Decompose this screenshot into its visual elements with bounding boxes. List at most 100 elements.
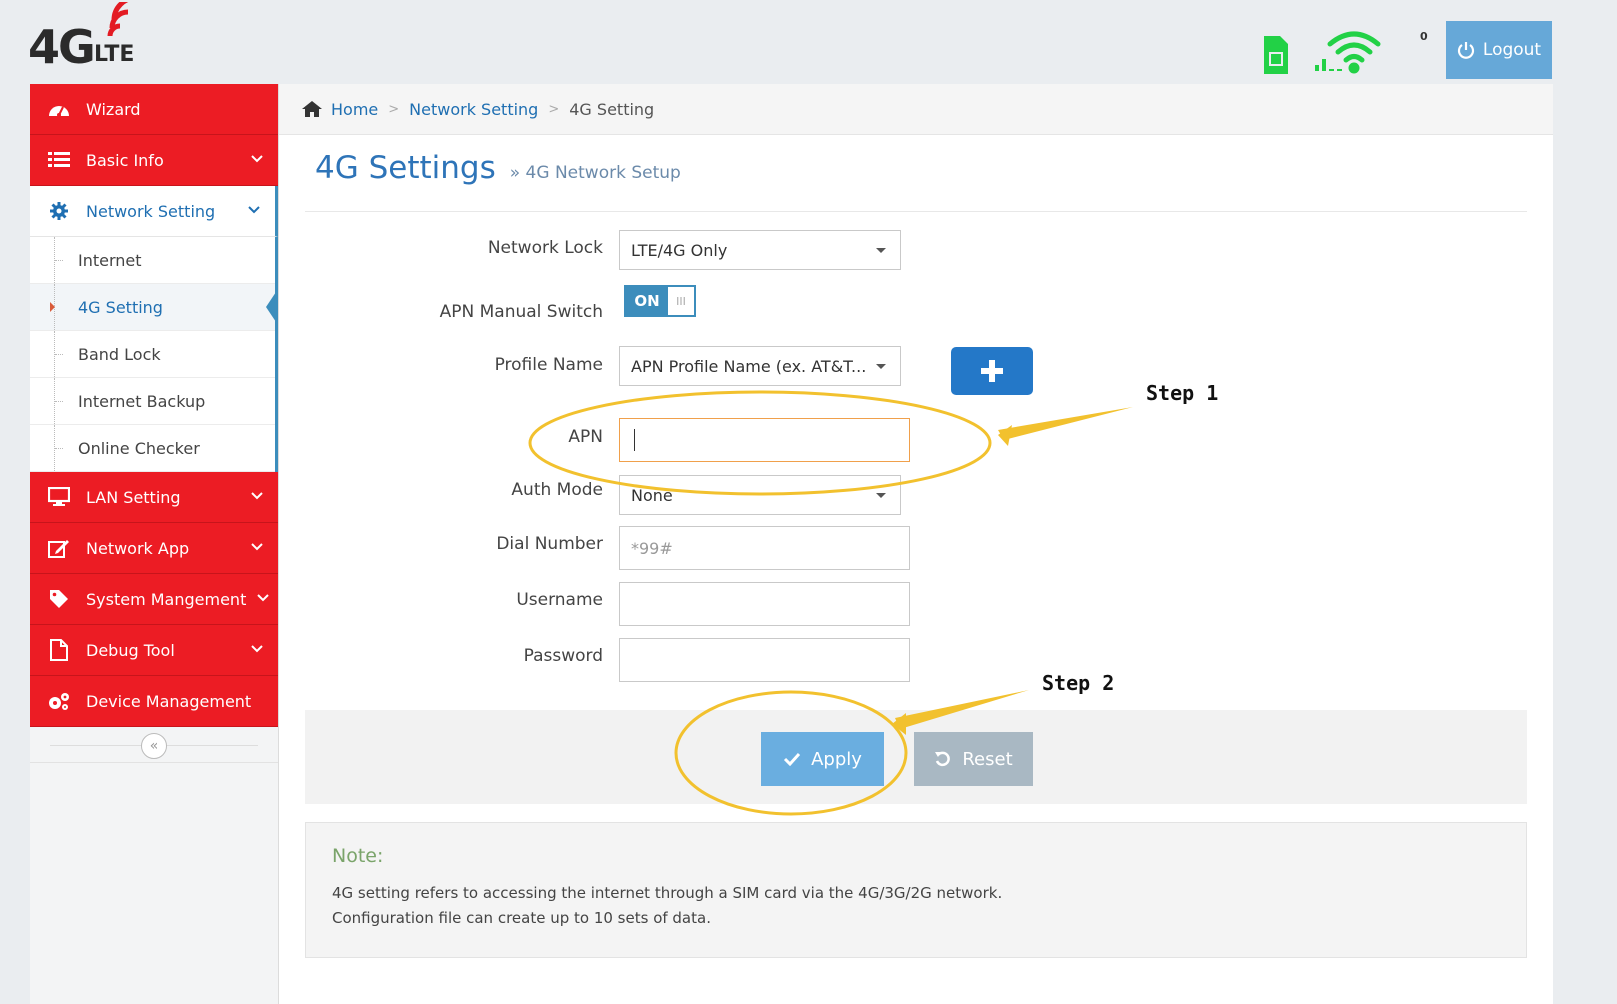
sidebar-item-system-management[interactable]: System Mangement	[30, 574, 278, 625]
tag-icon	[45, 588, 73, 610]
brand-logo: 4G LTE	[28, 2, 158, 74]
power-icon	[1457, 42, 1474, 59]
chevron-down-icon	[250, 537, 264, 556]
sidebar: Wizard Basic Info Network Setting Intern…	[30, 84, 279, 1004]
top-bar: 4G LTE 0 Logout	[0, 0, 1617, 84]
breadcrumb-current: 4G Setting	[569, 99, 655, 119]
sidebar-item-device-management[interactable]: Device Management	[30, 676, 278, 727]
sidebar-subitem-internet-backup[interactable]: Internet Backup	[30, 378, 275, 425]
password-label: Password	[523, 646, 603, 666]
auth-mode-select[interactable]: None	[619, 475, 901, 515]
gear-icon	[45, 200, 73, 222]
username-row: Username	[279, 582, 1179, 626]
main-content: Home > Network Setting > 4G Setting 4G S…	[279, 84, 1553, 1004]
undo-icon	[935, 751, 951, 767]
password-input[interactable]	[619, 638, 910, 682]
sim-card-icon	[1264, 36, 1288, 74]
apn-row: APN	[279, 418, 1179, 462]
list-icon	[45, 149, 73, 171]
apn-switch-row: APN Manual Switch	[279, 294, 1179, 338]
home-icon	[302, 101, 322, 117]
dial-number-row: Dial Number *99#	[279, 526, 1179, 570]
monitor-icon	[45, 486, 73, 508]
subitem-label: Band Lock	[78, 344, 161, 364]
logout-button[interactable]: Logout	[1446, 21, 1552, 79]
step1-label: Step 1	[1146, 381, 1219, 405]
logo-subtext: LTE	[94, 42, 135, 67]
sidebar-item-label: Basic Info	[86, 150, 164, 170]
status-icons: 0	[1262, 30, 1432, 80]
chevron-down-icon	[250, 639, 264, 658]
network-lock-row: Network Lock LTE/4G Only	[279, 230, 1179, 274]
sidebar-item-basic-info[interactable]: Basic Info	[30, 135, 278, 186]
signal-strength-icon	[1315, 59, 1342, 71]
username-label: Username	[516, 590, 603, 610]
sidebar-item-network-setting[interactable]: Network Setting	[30, 186, 278, 237]
step2-label: Step 2	[1042, 671, 1115, 695]
page-title-text: 4G Settings	[315, 150, 496, 186]
auth-mode-row: Auth Mode None	[279, 475, 1179, 519]
network-setting-submenu: Internet 4G Setting Band Lock Internet B…	[30, 237, 278, 472]
apn-switch-label: APN Manual Switch	[439, 302, 603, 322]
sidebar-item-label: Network Setting	[86, 201, 216, 221]
toggle-on-label: ON	[626, 287, 668, 315]
network-lock-label: Network Lock	[487, 238, 603, 258]
sidebar-item-wizard[interactable]: Wizard	[30, 84, 278, 135]
dial-number-label: Dial Number	[496, 534, 603, 554]
sidebar-item-debug-tool[interactable]: Debug Tool	[30, 625, 278, 676]
add-profile-button[interactable]	[951, 347, 1033, 395]
gears-icon	[45, 690, 73, 712]
subitem-label: Online Checker	[78, 438, 200, 458]
note-panel: Note: 4G setting refers to accessing the…	[305, 822, 1527, 958]
sidebar-item-lan-setting[interactable]: LAN Setting	[30, 472, 278, 523]
profile-name-select[interactable]: APN Profile Name (ex. AT&T...	[619, 346, 901, 386]
apn-input[interactable]	[619, 418, 910, 462]
subitem-label: Internet	[78, 250, 142, 270]
text-cursor	[634, 429, 635, 451]
apply-button[interactable]: Apply	[761, 732, 884, 786]
sidebar-subitem-internet[interactable]: Internet	[30, 237, 275, 284]
sidebar-item-label: Network App	[86, 538, 190, 558]
dashboard-icon	[45, 98, 73, 120]
dial-number-input[interactable]: *99#	[619, 526, 910, 570]
sidebar-item-label: Wizard	[86, 99, 141, 119]
breadcrumb-separator-icon: >	[548, 101, 560, 117]
auth-mode-label: Auth Mode	[511, 480, 603, 500]
apply-label: Apply	[811, 748, 862, 770]
note-line: 4G setting refers to accessing the inter…	[332, 884, 1003, 902]
username-input[interactable]	[619, 582, 910, 626]
collapse-sidebar-button[interactable]: «	[141, 733, 167, 759]
breadcrumb-separator-icon: >	[388, 101, 400, 117]
profile-name-value: APN Profile Name (ex. AT&T...	[631, 356, 867, 376]
sidebar-item-label: LAN Setting	[86, 487, 181, 507]
apn-manual-switch-toggle[interactable]: ON III	[624, 285, 696, 317]
reset-button[interactable]: Reset	[914, 732, 1033, 786]
wifi-client-count: 0	[1420, 30, 1428, 43]
form-action-bar: Apply Reset	[305, 710, 1527, 804]
sidebar-item-network-app[interactable]: Network App	[30, 523, 278, 574]
network-lock-value: LTE/4G Only	[631, 240, 728, 260]
profile-name-row: Profile Name APN Profile Name (ex. AT&T.…	[279, 346, 1179, 390]
reset-label: Reset	[962, 748, 1013, 770]
wifi-icon	[1327, 31, 1381, 74]
breadcrumb-home-link[interactable]: Home	[331, 100, 378, 119]
sidebar-subitem-4g-setting[interactable]: 4G Setting	[30, 284, 278, 331]
auth-mode-value: None	[631, 485, 673, 505]
sidebar-item-label: Device Management	[86, 691, 252, 711]
dial-number-placeholder: *99#	[631, 538, 673, 558]
sidebar-subitem-online-checker[interactable]: Online Checker	[30, 425, 275, 472]
note-title: Note:	[332, 845, 384, 867]
network-lock-select[interactable]: LTE/4G Only	[619, 230, 901, 270]
apn-label: APN	[568, 427, 603, 447]
profile-name-label: Profile Name	[494, 355, 603, 375]
signal-wave-icon	[107, 2, 129, 37]
chevron-down-icon	[250, 149, 264, 168]
chevron-down-icon	[247, 200, 261, 219]
subitem-label: 4G Setting	[78, 297, 163, 317]
breadcrumb-network-setting-link[interactable]: Network Setting	[409, 100, 538, 119]
page-subtitle: » 4G Network Setup	[509, 163, 681, 183]
note-line: Configuration file can create up to 10 s…	[332, 909, 711, 927]
sidebar-collapse-row: «	[30, 727, 278, 763]
page-title: 4G Settings » 4G Network Setup	[315, 150, 681, 186]
sidebar-subitem-band-lock[interactable]: Band Lock	[30, 331, 275, 378]
